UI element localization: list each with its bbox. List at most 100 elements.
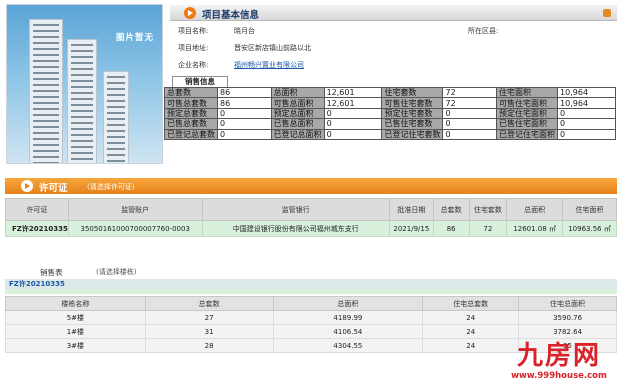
permit-cell: 12601.08 ㎡ (506, 220, 564, 237)
building-name[interactable]: 3#楼 (5, 338, 146, 353)
sales-info-row: 可售总套数 86 可售总面积 12,601 可售住宅套数 72 可售住宅面积 10,964 (164, 97, 616, 109)
sales-stat-label: 已售住宅套数 (381, 118, 444, 130)
permit-column-header: 监管银行 (201, 198, 390, 221)
permit-title: 许可证 (39, 183, 68, 194)
building-cell: 4189.99 (272, 310, 424, 325)
permit-hint: (请选择许可证) (87, 183, 135, 191)
building-column-header: 住宅总套数 (422, 296, 520, 311)
permit-column-header: 监管账户 (67, 198, 203, 221)
sales-info-row: 总套数 86 总面积 12,601 住宅套数 72 住宅面积 10,964 (164, 86, 616, 99)
sales-stat-value: 0 (217, 128, 272, 140)
permit-table: 许可证 监管账户 监管银行 批准日期 总套数 住宅套数 总面积 住宅面积 FZ许2021033… (5, 198, 617, 237)
building-column-header: 楼栋名称 (5, 296, 146, 311)
building-graphic (67, 39, 97, 163)
sales-stat-label: 可售总面积 (270, 97, 325, 109)
building-column-header: 住宅总面积 (518, 296, 617, 311)
sales-table-hint: (请选择楼栋) (96, 268, 137, 276)
selected-permit-strip: FZ许20210335 (5, 279, 617, 289)
permit-column-header: 总套数 (432, 198, 470, 221)
permit-column-header: 批准日期 (388, 198, 434, 221)
sales-stat-value: 12,601 (323, 86, 383, 99)
building-cell: 24 (422, 324, 520, 339)
sales-stat-value: 86 (217, 86, 272, 99)
sales-stat-value: 0 (442, 107, 498, 120)
permit-cell: 10963.56 ㎡ (562, 220, 617, 237)
company-link[interactable]: 福州畅兴置业有限公司 (234, 59, 304, 71)
building-cell: 4106.54 (272, 324, 424, 339)
sales-stat-label: 可售住宅套数 (381, 97, 444, 109)
permit-cell: 2021/9/15 (388, 220, 434, 237)
sales-stat-value: 72 (442, 86, 498, 99)
sales-info-row: 预定总套数 0 预定总面积 0 预定住宅套数 0 预定住宅面积 0 (164, 107, 616, 120)
sales-stat-value: 0 (217, 118, 272, 130)
permit-column-header: 住宅套数 (468, 198, 508, 221)
project-info-title: 项目基本信息 (202, 10, 260, 21)
building-cell: 3590.76 (518, 310, 617, 325)
sales-stat-value: 0 (442, 128, 498, 140)
permit-cell: 72 (468, 220, 508, 237)
building-cell: 3782.64 (518, 324, 617, 339)
arrow-bullet-icon (184, 7, 196, 19)
project-name-value: 晓月台 (234, 27, 255, 35)
company-label: 企业名称: (178, 61, 209, 69)
sales-stat-label: 总套数 (164, 86, 218, 99)
sales-info-tab[interactable]: 销售信息 (172, 76, 228, 87)
building-name[interactable]: 1#楼 (5, 324, 146, 339)
site-watermark: 九房网 www.999house.com (503, 341, 615, 385)
selected-permit-label[interactable]: FZ许20210335 (9, 279, 65, 289)
sales-stat-label: 住宅套数 (381, 86, 444, 99)
sales-stat-value: 0 (217, 107, 272, 120)
permit-header: 许可证 (请选择许可证) (5, 178, 617, 194)
sales-table-tab[interactable]: 销售表 (40, 267, 63, 278)
sales-stat-label: 可售住宅面积 (496, 97, 559, 109)
watermark-brand: 九房网 (516, 341, 601, 371)
permit-column-header: 住宅面积 (562, 198, 617, 221)
project-name-label: 项目名称: (178, 27, 209, 35)
project-address-value: 晋安区新店镇山前路以北 (234, 44, 311, 52)
building-row[interactable]: 1#楼 31 4106.54 24 3782.64 (5, 324, 617, 339)
sales-stat-label: 已登记总面积 (270, 128, 325, 140)
no-photo-label: 图片暂无 (115, 33, 154, 43)
sales-stat-value: 72 (442, 97, 498, 109)
arrow-bullet-icon (21, 180, 33, 192)
building-row[interactable]: 5#楼 27 4189.99 24 3590.76 (5, 310, 617, 325)
building-graphic (103, 71, 129, 163)
sales-strip-divider (5, 289, 617, 294)
permit-cell: 中国建设银行股份有限公司福州城东支行 (201, 220, 390, 237)
sales-stat-label: 住宅面积 (496, 86, 559, 99)
building-cell: 4304.55 (272, 338, 424, 353)
sales-stat-label: 已售住宅面积 (496, 118, 559, 130)
building-cell: 28 (144, 338, 274, 353)
sales-stat-value: 0 (557, 107, 616, 120)
sales-stat-value: 0 (323, 107, 383, 120)
sales-stat-label: 预定住宅面积 (496, 107, 559, 120)
sales-stat-value: 0 (557, 128, 616, 140)
sales-info-row: 已售总套数 0 已售总面积 0 已售住宅套数 0 已售住宅面积 0 (164, 118, 616, 130)
building-cell: 24 (422, 310, 520, 325)
company-row: 企业名称: 福州畅兴置业有限公司 (178, 59, 618, 71)
permit-row[interactable]: FZ许20210335 35050161000700007760-0003 中国建设… (5, 220, 617, 237)
permit-number[interactable]: FZ许20210335 (5, 220, 69, 237)
project-address-row: 项目地址: 晋安区新店镇山前路以北 (178, 42, 618, 54)
building-column-header: 总套数 (144, 296, 274, 311)
building-name[interactable]: 5#楼 (5, 310, 146, 325)
project-address-label: 项目地址: (178, 44, 209, 52)
sales-stat-label: 总面积 (270, 86, 325, 99)
district-label: 所在区县: (468, 27, 499, 35)
project-name-row: 项目名称: 晓月台 所在区县: (178, 25, 618, 37)
sales-stat-value: 12,601 (323, 97, 383, 109)
sales-stat-value: 0 (557, 118, 616, 130)
sales-info-table: 总套数 86 总面积 12,601 住宅套数 72 住宅面积 10,964 可售总套数 86 可售总… (164, 86, 616, 140)
collapse-icon[interactable] (603, 9, 611, 17)
watermark-url: www.999house.com (511, 371, 607, 381)
permit-cell: 86 (432, 220, 470, 237)
sales-stat-label: 已登记住宅面积 (496, 128, 559, 140)
project-photo: 图片暂无 (6, 4, 163, 164)
permit-cell: 35050161000700007760-0003 (67, 220, 203, 237)
building-cell: 27 (144, 310, 274, 325)
sales-info-row: 已登记总套数 0 已登记总面积 0 已登记住宅套数 0 已登记住宅面积 0 (164, 128, 616, 140)
sales-stat-value: 10,964 (557, 86, 616, 99)
sales-stat-label: 预定总套数 (164, 107, 218, 120)
sales-stat-value: 10,964 (557, 97, 616, 109)
sales-stat-value: 0 (323, 128, 383, 140)
